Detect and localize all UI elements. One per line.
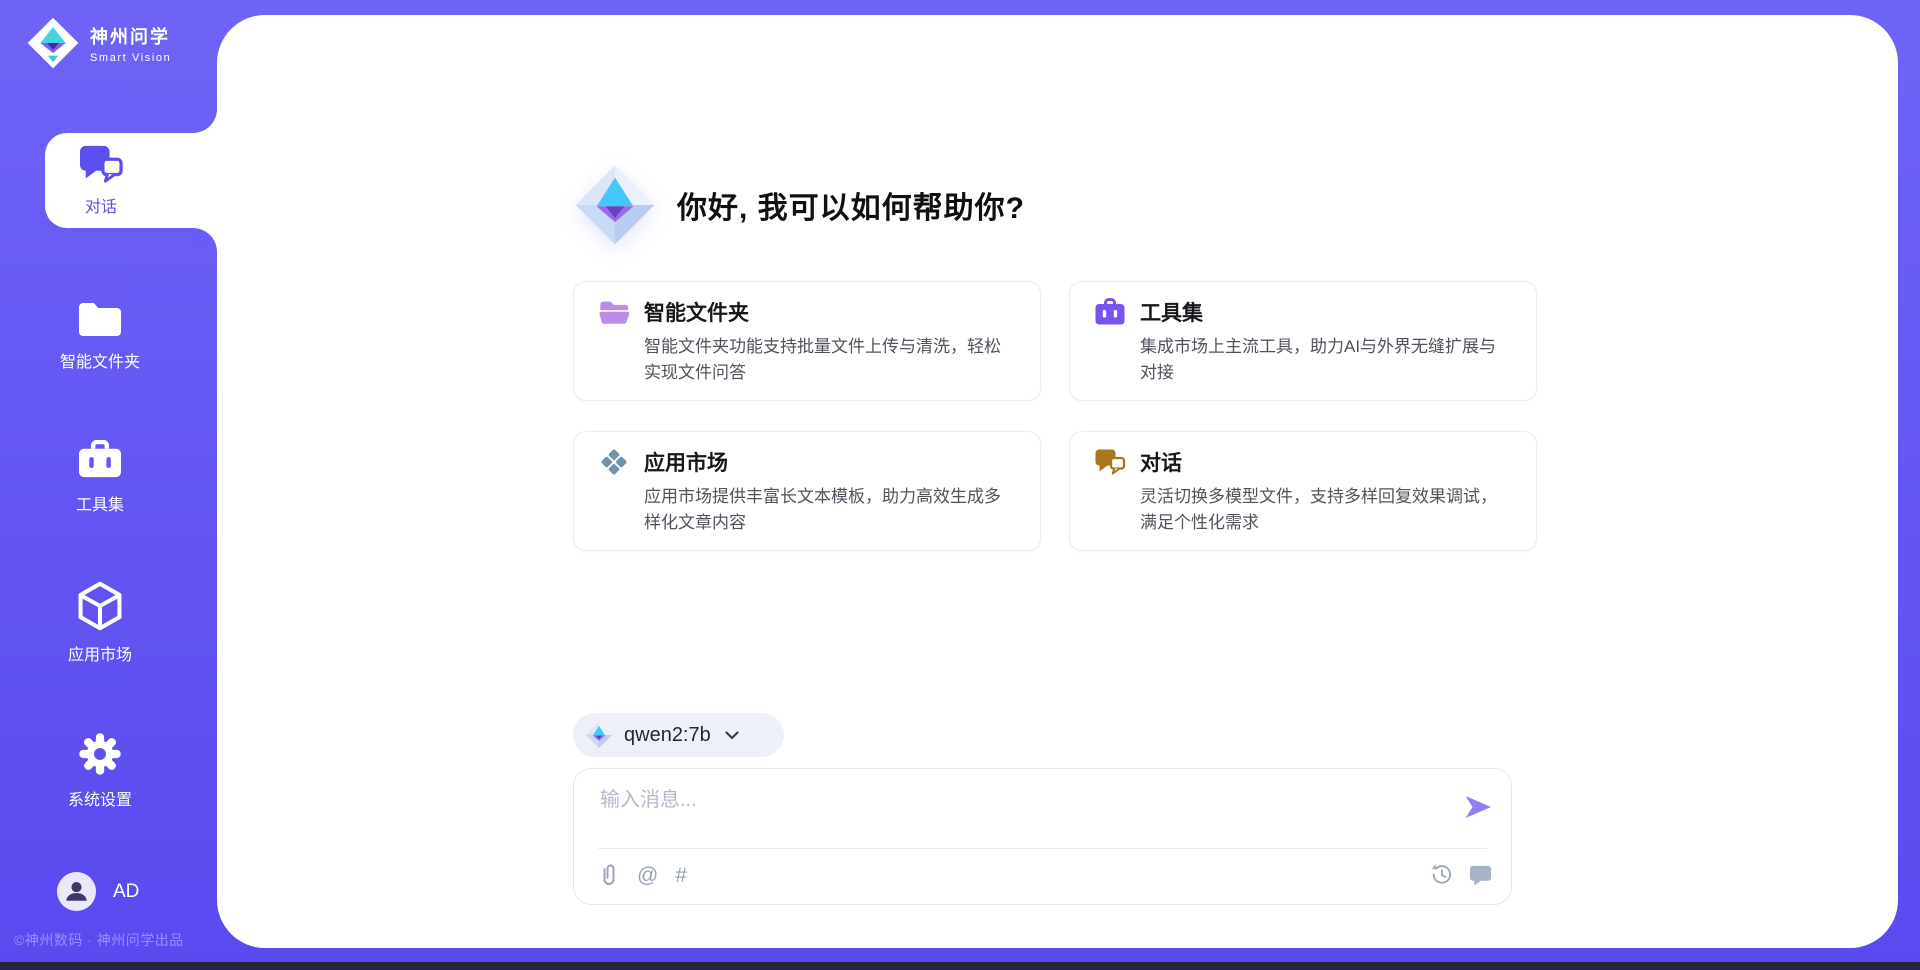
card-description: 灵活切换多模型文件，支持多样回复效果调试，满足个性化需求 [1140,484,1512,536]
model-selector[interactable]: qwen2:7b [573,713,784,757]
card-smart-folder[interactable]: 智能文件夹 智能文件夹功能支持批量文件上传与清洗，轻松实现文件问答 [573,281,1041,401]
card-app-market[interactable]: 应用市场 应用市场提供丰富长文本模板，助力高效生成多样化文章内容 [573,431,1041,551]
card-description: 智能文件夹功能支持批量文件上传与清洗，轻松实现文件问答 [644,334,1016,386]
card-title: 应用市场 [644,447,728,477]
greeting: 你好, 我可以如何帮助你? [573,163,1025,247]
model-name: qwen2:7b [624,724,711,747]
sidebar-item-label: 应用市场 [68,641,132,665]
gear-icon [78,732,122,776]
model-logo-icon [585,721,613,749]
sidebar-item-smart-folder[interactable]: 智能文件夹 [0,300,200,372]
folder-open-icon [598,298,630,326]
bottom-strip [0,962,1920,970]
chat-icon [78,144,124,186]
sidebar-item-label: 工具集 [76,491,124,515]
message-input[interactable] [598,783,1398,817]
tab-fillet-bottom [193,228,217,252]
briefcase-icon [1094,298,1126,326]
copyright: ©神州数码 · 神州问学出品 [14,930,184,950]
cube-icon [77,581,123,631]
card-toolset[interactable]: 工具集 集成市场上主流工具，助力AI与外界无缝扩展与对接 [1069,281,1537,401]
briefcase-icon [77,440,123,481]
avatar [57,872,96,911]
chevron-down-icon [725,731,739,740]
brand: 神州问学 Smart Vision [26,16,171,70]
topic-icon[interactable]: # [675,865,687,886]
card-title: 工具集 [1140,297,1203,327]
folder-icon [77,300,123,338]
card-chat[interactable]: 对话 灵活切换多模型文件，支持多样回复效果调试，满足个性化需求 [1069,431,1537,551]
user-profile[interactable]: AD [57,872,139,911]
sidebar-item-chat[interactable]: 对话 [45,133,217,228]
main-panel: 你好, 我可以如何帮助你? 智能文件夹 智能文件夹功能支持批量文件上传与清洗，轻… [217,15,1898,948]
composer: @ # [573,768,1512,905]
mention-icon[interactable]: @ [637,865,658,886]
grid-icon [598,448,630,476]
attachment-icon[interactable] [598,862,620,888]
sidebar-item-settings[interactable]: 系统设置 [0,732,200,810]
composer-tools-left: @ # [598,859,687,891]
card-title: 智能文件夹 [644,297,749,327]
brand-subtitle: Smart Vision [90,52,171,64]
history-icon[interactable] [1429,862,1454,887]
brand-text: 神州问学 Smart Vision [90,23,171,64]
chat-icon [1094,448,1126,476]
composer-divider [598,848,1487,849]
sidebar-item-label: 系统设置 [68,786,132,810]
sidebar-item-app-market[interactable]: 应用市场 [0,581,200,665]
feedback-icon[interactable] [1468,863,1493,886]
composer-tools-right [1429,862,1493,887]
sidebar-item-label: 智能文件夹 [60,348,140,372]
sidebar-item-label: 对话 [85,193,117,217]
send-button[interactable] [1461,793,1495,823]
assistant-logo-icon [573,163,657,247]
card-description: 应用市场提供丰富长文本模板，助力高效生成多样化文章内容 [644,484,1016,536]
tab-fillet-top [193,109,217,133]
brand-logo-icon [26,16,80,70]
card-description: 集成市场上主流工具，助力AI与外界无缝扩展与对接 [1140,334,1512,386]
user-initials: AD [113,881,139,903]
greeting-text: 你好, 我可以如何帮助你? [677,183,1025,227]
brand-name: 神州问学 [90,23,171,49]
sidebar-item-toolset[interactable]: 工具集 [0,440,200,515]
card-title: 对话 [1140,447,1182,477]
feature-cards: 智能文件夹 智能文件夹功能支持批量文件上传与清洗，轻松实现文件问答 工具集 [573,281,1537,551]
send-icon [1463,794,1493,820]
